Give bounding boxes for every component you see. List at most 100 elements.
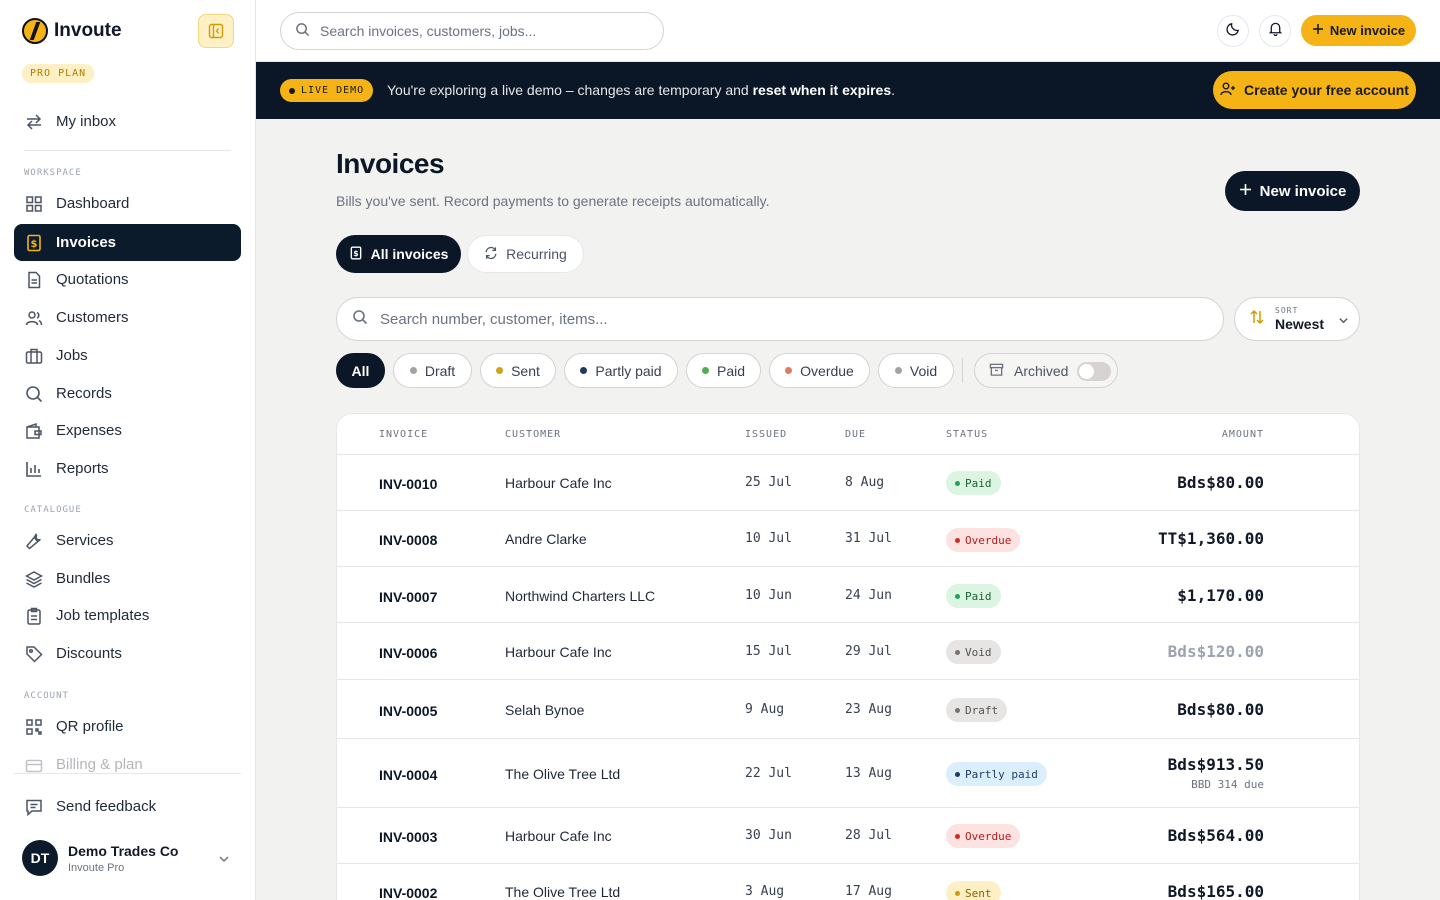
sidebar-item-label: Send feedback <box>56 798 157 815</box>
customer-name: The Olive Tree Ltd <box>505 766 621 782</box>
search-icon <box>352 309 368 329</box>
sidebar-item-bundles[interactable]: Bundles <box>14 560 241 597</box>
sidebar-item-records[interactable]: Records <box>14 375 241 412</box>
filter-label: Paid <box>716 362 746 379</box>
customer-name: Andre Clarke <box>505 531 587 547</box>
sidebar-item-discounts[interactable]: Discounts <box>14 635 241 672</box>
table-row[interactable]: INV-0007 Northwind Charters LLC 10 Jun 2… <box>337 567 1359 623</box>
tab-label: Recurring <box>506 246 567 262</box>
invoice-number[interactable]: INV-0007 <box>379 589 437 605</box>
status-dot-icon <box>496 367 504 374</box>
tab-all-invoices[interactable]: $ All invoices <box>336 235 461 273</box>
table-row[interactable]: INV-0010 Harbour Cafe Inc 25 Jul 8 Aug P… <box>337 455 1359 511</box>
new-invoice-top-button[interactable]: New invoice <box>1301 15 1416 46</box>
section-label-catalogue: CATALOGUE <box>24 505 82 515</box>
issued-date: 30 Jun <box>745 828 792 843</box>
invoice-number[interactable]: INV-0003 <box>379 829 437 845</box>
archive-box-icon <box>989 362 1004 380</box>
column-header-invoice[interactable]: INVOICE <box>379 429 428 440</box>
section-label-workspace: WORKSPACE <box>24 168 82 178</box>
sort-dropdown[interactable]: SORT Newest <box>1234 297 1360 341</box>
invoice-amount: Bds$120.00 <box>1167 642 1264 661</box>
status-dot-icon <box>955 649 960 655</box>
avatar: DT <box>22 840 58 876</box>
invoice-number[interactable]: INV-0006 <box>379 645 437 661</box>
filter-all[interactable]: All <box>336 353 385 388</box>
invoice-search-input[interactable]: Search number, customer, items... <box>336 297 1224 341</box>
invoice-number[interactable]: INV-0005 <box>379 703 437 719</box>
status-badge: Draft <box>946 698 1008 722</box>
column-header-customer[interactable]: CUSTOMER <box>505 429 561 440</box>
sidebar-item-qr-profile[interactable]: QR profile <box>14 708 241 745</box>
sidebar-item-expenses[interactable]: Expenses <box>14 412 241 449</box>
due-date: 24 Jun <box>845 588 892 603</box>
sidebar-item-quotations[interactable]: Quotations <box>14 261 241 298</box>
invoice-number[interactable]: INV-0004 <box>379 767 437 783</box>
filter-partly-paid[interactable]: Partly paid <box>564 353 678 388</box>
sidebar-item-job-templates[interactable]: Job templates <box>14 597 241 634</box>
sidebar-item-customers[interactable]: Customers <box>14 299 241 336</box>
notifications-button[interactable] <box>1259 15 1291 47</box>
user-menu[interactable]: DT Demo Trades Co Invoute Pro <box>22 840 178 876</box>
create-account-button[interactable]: Create your free account <box>1213 71 1416 109</box>
global-search-input[interactable]: Search invoices, customers, jobs... <box>280 12 664 50</box>
archived-toggle[interactable]: Archived <box>974 353 1118 388</box>
column-header-due[interactable]: DUE <box>845 429 866 440</box>
issued-date: 10 Jun <box>745 588 792 603</box>
search-icon <box>295 22 310 40</box>
topbar: Search invoices, customers, jobs... New … <box>256 0 1440 62</box>
column-header-status[interactable]: STATUS <box>946 429 988 440</box>
sidebar-item-label: Quotations <box>56 271 129 288</box>
sidebar-item-billing[interactable]: Billing & plan <box>14 746 241 776</box>
collapse-sidebar-button[interactable] <box>198 14 234 48</box>
balance-due-note: BBD 314 due <box>1191 778 1264 791</box>
chevron-down-icon[interactable] <box>218 852 230 870</box>
filter-label: Overdue <box>800 362 854 379</box>
sidebar-item-reports[interactable]: Reports <box>14 450 241 487</box>
due-date: 31 Jul <box>845 531 892 546</box>
table-row[interactable]: INV-0004 The Olive Tree Ltd 22 Jul 13 Au… <box>337 739 1359 808</box>
filter-paid[interactable]: Paid <box>686 353 761 388</box>
new-invoice-button[interactable]: New invoice <box>1225 171 1360 211</box>
tab-recurring[interactable]: Recurring <box>467 235 584 273</box>
column-header-issued[interactable]: ISSUED <box>745 429 787 440</box>
sidebar-item-services[interactable]: Services <box>14 522 241 559</box>
plan-badge: PRO PLAN <box>22 64 95 83</box>
page-title: Invoices <box>336 148 445 179</box>
filter-label: Draft <box>424 362 456 379</box>
filter-overdue[interactable]: Overdue <box>769 353 870 388</box>
sidebar-item-inbox[interactable]: My inbox <box>14 103 241 140</box>
theme-toggle-button[interactable] <box>1217 15 1249 47</box>
invoice-number[interactable]: INV-0008 <box>379 532 437 548</box>
table-row[interactable]: INV-0002 The Olive Tree Ltd 3 Aug 17 Aug… <box>337 864 1359 900</box>
sidebar-item-label: Records <box>56 385 112 402</box>
invoice-amount: Bds$913.50 <box>1167 755 1264 774</box>
user-plan: Invoute Pro <box>68 861 125 874</box>
status-dot-icon <box>955 890 960 896</box>
table-row[interactable]: INV-0008 Andre Clarke 10 Jul 31 Jul Over… <box>337 511 1359 567</box>
sidebar-item-jobs[interactable]: Jobs <box>14 337 241 374</box>
table-row[interactable]: INV-0006 Harbour Cafe Inc 15 Jul 29 Jul … <box>337 623 1359 680</box>
invoice-number[interactable]: INV-0010 <box>379 476 437 492</box>
sidebar-item-invoices[interactable]: $ Invoices <box>14 224 241 261</box>
column-header-amount[interactable]: AMOUNT <box>1222 429 1264 440</box>
layers-icon <box>24 569 44 589</box>
live-demo-label: LIVE DEMO <box>301 85 365 96</box>
issued-date: 9 Aug <box>745 702 785 717</box>
status-dot-icon <box>955 707 960 713</box>
brand[interactable]: Invoute <box>22 18 122 44</box>
plus-icon <box>1239 183 1252 200</box>
table-row[interactable]: INV-0003 Harbour Cafe Inc 30 Jun 28 Jul … <box>337 808 1359 864</box>
document-icon <box>24 270 44 290</box>
invoice-number[interactable]: INV-0002 <box>379 885 437 900</box>
sidebar-item-dashboard[interactable]: Dashboard <box>14 185 241 222</box>
filter-void[interactable]: Void <box>878 353 954 388</box>
filter-sent[interactable]: Sent <box>480 353 556 388</box>
status-dot-icon <box>955 480 960 486</box>
table-row[interactable]: INV-0005 Selah Bynoe 9 Aug 23 Aug Draft … <box>337 680 1359 739</box>
filter-draft[interactable]: Draft <box>393 353 472 388</box>
send-feedback-button[interactable]: Send feedback <box>14 788 241 825</box>
sidebar-collapse-icon <box>208 23 224 39</box>
customer-name: Selah Bynoe <box>505 702 585 718</box>
toggle-switch[interactable] <box>1077 362 1111 381</box>
